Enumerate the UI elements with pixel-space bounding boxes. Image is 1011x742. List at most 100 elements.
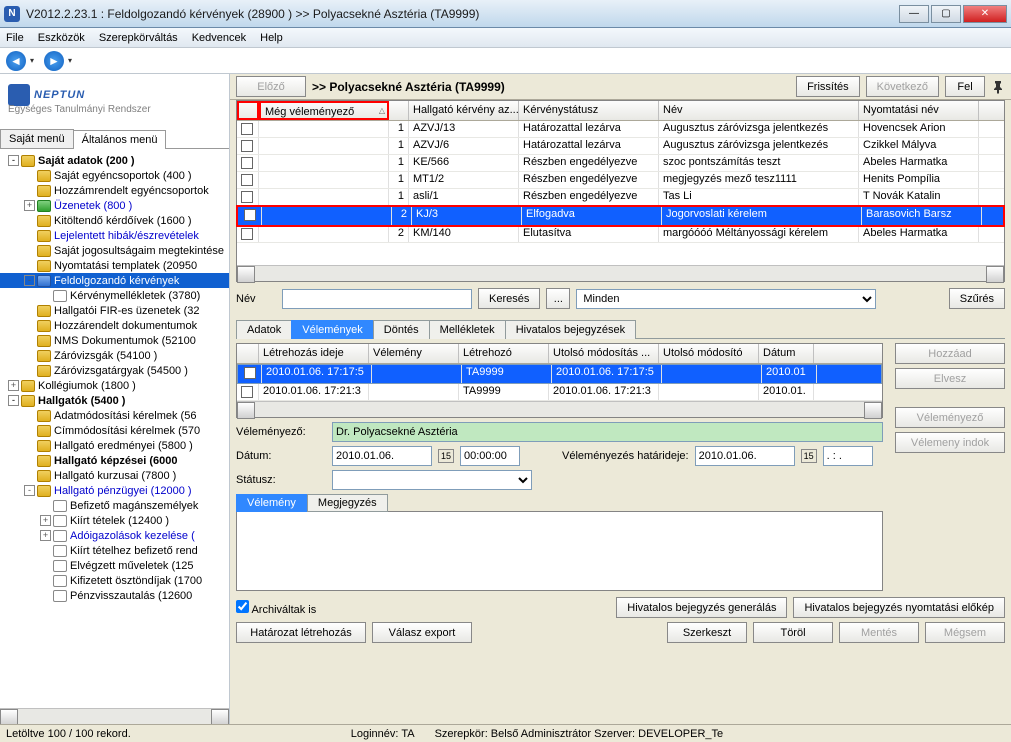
tree-item[interactable]: Hallgató kurzusai (7800 ) — [0, 468, 229, 483]
menu-role[interactable]: Szerepkörváltás — [99, 32, 178, 44]
tab-altalanos-menu[interactable]: Általános menü — [73, 130, 167, 149]
cancel-button[interactable]: Mégsem — [925, 622, 1005, 643]
menu-tree[interactable]: -Saját adatok (200 )Saját egyéncsoportok… — [0, 149, 229, 708]
print-preview-button[interactable]: Hivatalos bejegyzés nyomtatási előkép — [793, 597, 1005, 618]
refresh-button[interactable]: Frissítés — [796, 76, 860, 97]
time-field[interactable] — [460, 446, 520, 466]
generate-entry-button[interactable]: Hivatalos bejegyzés generálás — [616, 597, 787, 618]
detail-tab[interactable]: Döntés — [373, 320, 430, 339]
grid-header[interactable] — [237, 101, 259, 120]
grid-row[interactable]: 1KE/566Részben engedélyezveszoc pontszám… — [237, 155, 1004, 172]
tree-item[interactable]: Adatmódosítási kérelmek (56 — [0, 408, 229, 423]
grid-row[interactable]: 1asli/1Részben engedélyezveTas LiT Novák… — [237, 189, 1004, 206]
statusz-select[interactable] — [332, 470, 532, 490]
tree-item[interactable]: Hallgatói FIR-es üzenetek (32 — [0, 303, 229, 318]
menu-file[interactable]: File — [6, 32, 24, 44]
inner-grid-row[interactable]: 2010.01.06. 17:21:3TA99992010.01.06. 17:… — [237, 384, 882, 401]
hatarido-field[interactable] — [695, 446, 795, 466]
main-grid[interactable]: Még véleményező △Hallgató kérvény az...K… — [236, 100, 1005, 282]
note-textarea[interactable] — [236, 511, 883, 591]
minimize-button[interactable]: — — [899, 5, 929, 23]
delete-button[interactable]: Töröl — [753, 622, 833, 643]
tree-item[interactable]: -Saját adatok (200 ) — [0, 153, 229, 168]
tree-item[interactable]: -Hallgatók (5400 ) — [0, 393, 229, 408]
search-input[interactable] — [282, 289, 472, 309]
tree-item[interactable]: Saját egyéncsoportok (400 ) — [0, 168, 229, 183]
opinions-grid[interactable]: Létrehozás idejeVéleményLétrehozóUtolsó … — [236, 343, 883, 418]
inner-grid-header[interactable] — [237, 344, 259, 363]
grid-header[interactable] — [389, 101, 409, 120]
grid-hscroll[interactable] — [237, 265, 1004, 281]
tree-item[interactable]: +Üzenetek (800 ) — [0, 198, 229, 213]
tree-item[interactable]: -Feldolgozandó kérvények — [0, 273, 229, 288]
tree-item[interactable]: Záróvizsgatárgyak (54500 ) — [0, 363, 229, 378]
create-decision-button[interactable]: Határozat létrehozás — [236, 622, 366, 643]
back-button[interactable]: ◄ — [6, 51, 26, 71]
grid-row[interactable]: 1MT1/2Részben engedélyezvemegjegyzés mez… — [237, 172, 1004, 189]
tree-item[interactable]: Címmódosítási kérelmek (570 — [0, 423, 229, 438]
filter-button[interactable]: Szűrés — [949, 288, 1005, 309]
tree-item[interactable]: +Kollégiumok (1800 ) — [0, 378, 229, 393]
tree-item[interactable]: Nyomtatási templatek (20950 — [0, 258, 229, 273]
inner-grid-hscroll[interactable] — [237, 401, 882, 417]
search-more-button[interactable]: ... — [546, 288, 570, 309]
hatarido-time-field[interactable] — [823, 446, 873, 466]
tree-item[interactable]: +Adóigazolások kezelése ( — [0, 528, 229, 543]
tree-item[interactable]: Lejelentett hibák/észrevételek — [0, 228, 229, 243]
tree-hscroll[interactable] — [0, 708, 229, 724]
menu-tools[interactable]: Eszközök — [38, 32, 85, 44]
grid-row[interactable]: 2KM/140Elutasítvamargóóóó Méltányossági … — [237, 226, 1004, 243]
up-button[interactable]: Fel — [945, 76, 985, 97]
next-button[interactable]: Következő — [866, 76, 939, 97]
inner-grid-header[interactable]: Dátum — [759, 344, 814, 363]
remove-button[interactable]: Elvesz — [895, 368, 1005, 389]
tree-item[interactable]: Pénzvisszautalás (12600 — [0, 588, 229, 603]
grid-header[interactable]: Név — [659, 101, 859, 120]
inner-grid-header[interactable]: Létrehozó — [459, 344, 549, 363]
calendar2-icon[interactable]: 15 — [801, 449, 817, 463]
detail-tab[interactable]: Mellékletek — [429, 320, 506, 339]
menu-help[interactable]: Help — [260, 32, 283, 44]
tree-item[interactable]: -Hallgató pénzügyei (12000 ) — [0, 483, 229, 498]
detail-tab[interactable]: Adatok — [236, 320, 292, 339]
forward-dropdown[interactable]: ▾ — [68, 56, 78, 65]
archive-checkbox[interactable]: Archiváltak is — [236, 600, 316, 616]
inner-grid-header[interactable]: Utolsó módosító — [659, 344, 759, 363]
inner-grid-header[interactable]: Létrehozás ideje — [259, 344, 369, 363]
velemenyezo-field[interactable] — [332, 422, 883, 442]
menu-favorites[interactable]: Kedvencek — [192, 32, 246, 44]
pin-icon[interactable] — [991, 80, 1005, 94]
export-button[interactable]: Válasz export — [372, 622, 472, 643]
close-button[interactable]: ✕ — [963, 5, 1007, 23]
add-button[interactable]: Hozzáad — [895, 343, 1005, 364]
tab-velemeny[interactable]: Vélemény — [236, 494, 307, 512]
velemenyezo-button[interactable]: Véleményező — [895, 407, 1005, 428]
grid-row[interactable]: 1AZVJ/13Határozattal lezárvaAugusztus zá… — [237, 121, 1004, 138]
calendar-icon[interactable]: 15 — [438, 449, 454, 463]
inner-grid-row[interactable]: 2010.01.06. 17:17:5TA99992010.01.06. 17:… — [237, 364, 882, 384]
grid-header[interactable]: Nyomtatási név — [859, 101, 979, 120]
tab-sajat-menu[interactable]: Saját menü — [0, 129, 74, 148]
tree-item[interactable]: Záróvizsgák (54100 ) — [0, 348, 229, 363]
tree-item[interactable]: Saját jogosultságaim megtekintése — [0, 243, 229, 258]
save-button[interactable]: Mentés — [839, 622, 919, 643]
grid-header[interactable]: Még véleményező △ — [259, 101, 389, 120]
velemeny-indok-button[interactable]: Vélemeny indok — [895, 432, 1005, 453]
tab-megjegyzes[interactable]: Megjegyzés — [307, 494, 388, 512]
tree-item[interactable]: Elvégzett műveletek (125 — [0, 558, 229, 573]
datum-field[interactable] — [332, 446, 432, 466]
tree-item[interactable]: Kiírt tételhez befizető rend — [0, 543, 229, 558]
grid-row[interactable]: 1AZVJ/6Határozattal lezárvaAugusztus zár… — [237, 138, 1004, 155]
inner-grid-header[interactable]: Utolsó módosítás ... — [549, 344, 659, 363]
tree-item[interactable]: Kitöltendő kérdőívek (1600 ) — [0, 213, 229, 228]
tree-item[interactable]: Hallgató eredményei (5800 ) — [0, 438, 229, 453]
detail-tab[interactable]: Vélemények — [291, 320, 374, 339]
maximize-button[interactable]: ▢ — [931, 5, 961, 23]
search-button[interactable]: Keresés — [478, 288, 540, 309]
tree-item[interactable]: +Kiírt tételek (12400 ) — [0, 513, 229, 528]
tree-item[interactable]: Kifizetett ösztöndíjak (1700 — [0, 573, 229, 588]
edit-button[interactable]: Szerkeszt — [667, 622, 747, 643]
tree-item[interactable]: Kérvénymellékletek (3780) — [0, 288, 229, 303]
prev-button[interactable]: Előző — [236, 76, 306, 97]
forward-button[interactable]: ► — [44, 51, 64, 71]
